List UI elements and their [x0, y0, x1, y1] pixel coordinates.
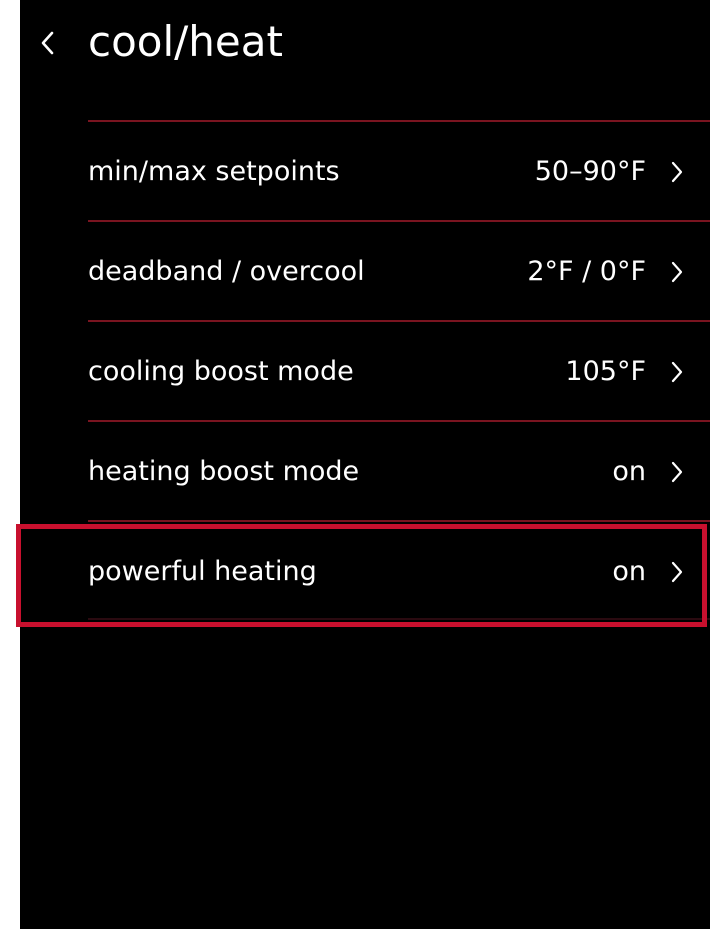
setting-label: heating boost mode [88, 456, 360, 487]
setting-value: on [612, 456, 646, 487]
setting-row-powerful-heating[interactable]: powerful heating on [20, 522, 710, 622]
page-title: cool/heat [88, 17, 283, 66]
setting-label: min/max setpoints [88, 156, 340, 187]
setting-row-heating-boost-mode[interactable]: heating boost mode on [20, 422, 710, 522]
setting-label: deadband / overcool [88, 256, 365, 287]
setting-value: on [612, 556, 646, 587]
setting-value: 105°F [565, 356, 646, 387]
setting-row-deadband-overcool[interactable]: deadband / overcool 2°F / 0°F [20, 222, 710, 322]
header: cool/heat [20, 0, 710, 95]
chevron-left-icon [41, 31, 54, 55]
back-button[interactable] [38, 26, 58, 60]
setting-label: cooling boost mode [88, 356, 354, 387]
chevron-right-icon [670, 160, 684, 184]
chevron-right-icon [670, 560, 684, 584]
setting-label: powerful heating [88, 556, 317, 587]
divider [88, 618, 710, 620]
setting-value: 50–90°F [534, 156, 646, 187]
setting-row-cooling-boost-mode[interactable]: cooling boost mode 105°F [20, 322, 710, 422]
chevron-right-icon [670, 460, 684, 484]
setting-row-min-max-setpoints[interactable]: min/max setpoints 50–90°F [20, 122, 710, 222]
chevron-right-icon [670, 260, 684, 284]
setting-value: 2°F / 0°F [527, 256, 646, 287]
thermostat-screen: cool/heat min/max setpoints 50–90°F dead… [20, 0, 710, 929]
chevron-right-icon [670, 360, 684, 384]
